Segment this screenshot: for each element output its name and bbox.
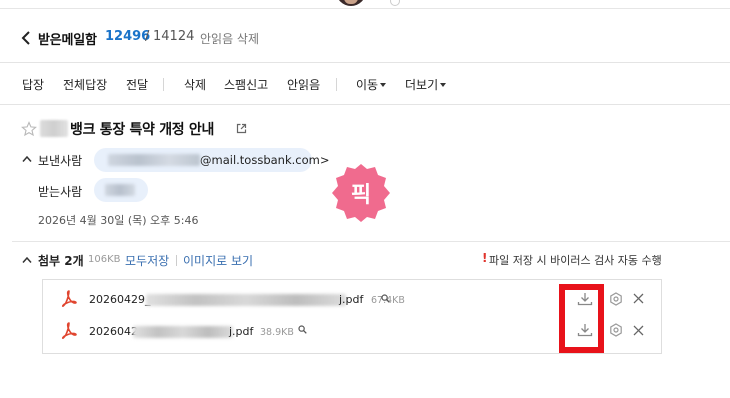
attachment-name[interactable]: 2026042 xyxy=(89,325,138,338)
delete-button[interactable]: 삭제 xyxy=(184,76,206,93)
profile-avatar[interactable] xyxy=(336,0,366,6)
forward-button[interactable]: 전달 xyxy=(126,76,148,93)
caret-down-icon xyxy=(440,83,447,87)
attachment-name-prefix: 2026042 xyxy=(89,325,138,338)
close-icon[interactable] xyxy=(633,325,644,336)
avatar-status-dot xyxy=(390,0,400,6)
sender-email[interactable]: @mail.tossbank.com> xyxy=(200,153,329,167)
attachment-name-suffix[interactable]: j.pdf xyxy=(229,325,253,338)
external-link-icon[interactable] xyxy=(236,123,247,134)
redacted-filename xyxy=(133,326,233,338)
download-highlight-box xyxy=(559,284,604,353)
redacted-subject-prefix xyxy=(40,120,68,137)
header-divider xyxy=(0,62,730,63)
reply-button[interactable]: 답장 xyxy=(22,76,44,93)
attachment-name-suffix[interactable]: j.pdf xyxy=(339,293,363,306)
attachment-name[interactable]: 20260429_ xyxy=(89,293,151,306)
folder-title: 받은메일함 xyxy=(38,33,97,48)
toolbar-separator xyxy=(163,78,164,91)
move-label: 이동 xyxy=(356,78,379,92)
redacted-sender-local-part xyxy=(108,154,200,166)
attachment-name-prefix: 20260429_ xyxy=(89,293,151,306)
top-divider xyxy=(0,8,730,9)
more-dropdown[interactable]: 더보기 xyxy=(405,76,447,93)
attachment-divider xyxy=(12,241,730,242)
spam-report-button[interactable]: 스팸신고 xyxy=(224,76,268,93)
received-date: 2026년 4월 30일 (목) 오후 5:46 xyxy=(38,214,199,227)
stamp-label: 픽 xyxy=(350,183,372,208)
warning-icon: ! xyxy=(482,251,488,265)
more-label: 더보기 xyxy=(405,78,439,92)
close-icon[interactable] xyxy=(633,293,644,304)
unread-count: 12496 xyxy=(105,29,151,44)
magnifier-icon[interactable] xyxy=(298,325,307,334)
chevron-up-icon[interactable] xyxy=(22,256,32,264)
mail-subject: 뱅크 통장 특약 개정 안내 xyxy=(70,122,215,138)
caret-down-icon xyxy=(380,83,387,87)
move-dropdown[interactable]: 이동 xyxy=(356,76,387,93)
magnifier-icon[interactable] xyxy=(381,294,390,303)
chevron-up-icon[interactable] xyxy=(22,155,32,163)
chevron-left-icon[interactable] xyxy=(21,31,33,45)
toolbar-divider xyxy=(0,104,730,105)
view-as-image-button[interactable]: 이미지로 보기 xyxy=(183,252,253,269)
reply-all-button[interactable]: 전체답장 xyxy=(63,76,107,93)
pdf-icon xyxy=(61,290,77,307)
redacted-filename xyxy=(146,294,346,306)
gear-icon[interactable] xyxy=(609,323,623,337)
toolbar-separator xyxy=(336,78,337,91)
virus-scan-notice: 파일 저장 시 바이러스 검사 자동 수행 xyxy=(489,254,662,267)
attachment-total-size: 106KB xyxy=(88,254,121,265)
pdf-icon xyxy=(61,322,77,339)
attachment-size: 38.9KB xyxy=(260,327,294,338)
save-all-button[interactable]: 모두저장 xyxy=(125,252,169,269)
total-count: 14124 xyxy=(153,29,195,44)
recipient-label: 받는사람 xyxy=(38,185,83,199)
mail-toolbar: 답장 전체답장 전달 삭제 스팸신고 안읽음 이동 더보기 xyxy=(0,73,730,95)
delete-unread-button[interactable]: 안읽음 삭제 xyxy=(200,30,259,47)
attachment-link-separator xyxy=(176,255,177,266)
count-separator: / xyxy=(145,29,150,44)
mark-unread-button[interactable]: 안읽음 xyxy=(287,76,320,93)
redacted-recipient xyxy=(105,184,135,196)
star-outline-icon[interactable] xyxy=(21,121,37,137)
sender-label: 보낸사람 xyxy=(38,154,83,168)
attachment-count: 첨부 2개 xyxy=(38,254,84,268)
gear-icon[interactable] xyxy=(609,292,623,306)
